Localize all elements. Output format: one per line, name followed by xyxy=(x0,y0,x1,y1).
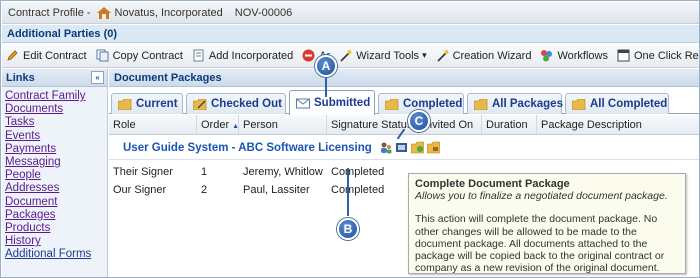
creation-wizard-label: Creation Wizard xyxy=(452,49,532,62)
complete-package-icon[interactable] xyxy=(410,141,425,154)
tab-all-completed[interactable]: All Completed xyxy=(565,93,669,114)
sidebar-item-people[interactable]: People xyxy=(5,169,107,182)
add-incorporated-label: Add Incorporated xyxy=(208,49,294,62)
tab-all-packages[interactable]: All Packages xyxy=(467,93,563,114)
tab-current-label: Current xyxy=(136,98,178,110)
tab-submitted-label: Submitted xyxy=(314,97,371,109)
column-duration[interactable]: Duration xyxy=(482,115,537,134)
one-click-report-button[interactable]: One Click Report xyxy=(617,49,699,62)
column-package-description[interactable]: Package Description xyxy=(537,115,699,134)
column-role[interactable]: Role xyxy=(109,115,197,134)
cell-role: Our Signer xyxy=(113,184,167,196)
callout-c: C xyxy=(408,110,430,132)
callout-b: B xyxy=(337,218,359,240)
sidebar-item-contract-family[interactable]: Contract Family xyxy=(5,90,107,103)
document-screen-icon[interactable] xyxy=(395,141,408,154)
add-incorporated-button[interactable]: Add Incorporated xyxy=(192,49,293,62)
house-icon xyxy=(96,6,111,19)
title-bar: Contract Profile - Novatus, Incorporated… xyxy=(2,2,699,24)
cell-person: Paul, Lassiter xyxy=(243,184,310,196)
add-document-icon xyxy=(192,49,205,62)
cell-signature-status: Completed xyxy=(331,166,385,178)
sidebar-item-messaging[interactable]: Messaging xyxy=(5,156,107,169)
folder-icon xyxy=(571,98,586,110)
pencil-icon xyxy=(6,49,19,62)
column-order[interactable]: Order ▲ xyxy=(197,115,239,134)
one-click-report-label: One Click Report xyxy=(633,49,699,62)
sidebar-item-document-packages[interactable]: Document Packages xyxy=(5,196,107,222)
additional-parties-header[interactable]: Additional Parties (0) xyxy=(2,25,699,43)
tab-current[interactable]: Current xyxy=(111,93,183,114)
tab-all-packages-label: All Packages xyxy=(492,98,563,110)
column-order-label: Order xyxy=(201,119,230,131)
wizard-tools-label: Wizard Tools xyxy=(356,49,420,62)
edit-contract-button[interactable]: Edit Contract xyxy=(6,49,87,62)
tooltip-title: Complete Document Package xyxy=(415,178,570,190)
wand-icon xyxy=(436,49,449,62)
tab-submitted[interactable]: Submitted xyxy=(289,90,375,115)
cell-signature-status: Completed xyxy=(331,184,385,196)
wizard-tools-dropdown[interactable]: Wizard Tools ▾ xyxy=(339,49,427,62)
sidebar-item-payments[interactable]: Payments xyxy=(5,143,107,156)
sidebar-item-tasks[interactable]: Tasks xyxy=(5,116,107,129)
sidebar-item-documents[interactable]: Documents xyxy=(5,103,107,116)
folder-icon xyxy=(473,98,488,110)
cell-person: Jeremy, Whitlow xyxy=(243,166,323,178)
tab-checked-out-label: Checked Out xyxy=(211,98,282,110)
cell-order: 1 xyxy=(201,166,208,178)
wand-icon xyxy=(339,49,352,62)
workflow-icon xyxy=(540,49,553,62)
workflows-label: Workflows xyxy=(557,49,608,62)
tab-checked-out[interactable]: Checked Out xyxy=(186,93,286,114)
tooltip-subtitle: Allows you to finalize a negotiated docu… xyxy=(415,190,668,203)
archive-icon xyxy=(302,49,315,62)
copy-icon xyxy=(96,49,109,62)
company-name[interactable]: Novatus, Incorporated xyxy=(115,7,223,19)
links-sidebar: Links « Contract Family Documents Tasks … xyxy=(2,69,108,277)
sidebar-item-addresses[interactable]: Addresses xyxy=(5,182,107,195)
pencil-folder-icon xyxy=(192,98,207,110)
column-person[interactable]: Person xyxy=(239,115,327,134)
folder-icon xyxy=(117,98,132,110)
complete-package-tooltip: Complete Document Package Allows you to … xyxy=(408,173,686,274)
sort-ascending-icon: ▲ xyxy=(232,123,239,130)
package-folder-icon[interactable] xyxy=(426,141,441,154)
people-icon[interactable] xyxy=(379,141,392,154)
window-title: Contract Profile - xyxy=(8,6,91,19)
sidebar-item-products[interactable]: Products xyxy=(5,222,107,235)
tooltip-body: This action will complete the document p… xyxy=(415,213,665,275)
sidebar-item-events[interactable]: Events xyxy=(5,130,107,143)
package-group-title: User Guide System - ABC Software Licensi… xyxy=(123,141,372,154)
package-tabs: Current Checked Out Submitted Completed … xyxy=(109,90,699,115)
sidebar-item-history[interactable]: History xyxy=(5,235,107,248)
workflows-button[interactable]: Workflows xyxy=(540,49,608,62)
package-group-row: User Guide System - ABC Software Licensi… xyxy=(109,136,699,160)
sidebar-item-additional-forms[interactable]: Additional Forms xyxy=(5,248,107,261)
toolbar: Edit Contract Copy Contract Add Incorpor… xyxy=(2,44,699,68)
tab-all-completed-label: All Completed xyxy=(590,98,668,110)
column-signature-status[interactable]: Signature Status xyxy=(327,115,419,134)
contract-id: NOV-00006 xyxy=(234,6,293,19)
links-list: Contract Family Documents Tasks Events P… xyxy=(2,87,107,262)
copy-contract-button[interactable]: Copy Contract xyxy=(96,49,183,62)
copy-contract-label: Copy Contract xyxy=(112,49,183,62)
chevron-down-icon: ▾ xyxy=(422,50,427,60)
links-title: Links xyxy=(6,72,35,84)
cell-order: 2 xyxy=(201,184,208,196)
cell-role: Their Signer xyxy=(113,166,173,178)
callout-a: A xyxy=(315,55,337,77)
panel-title: Document Packages xyxy=(109,69,699,87)
grid-header: Role Order ▲ Person Signature Status Invi… xyxy=(109,115,699,135)
app-window: Contract Profile - Novatus, Incorporated… xyxy=(0,0,700,278)
edit-contract-label: Edit Contract xyxy=(23,49,87,62)
links-header: Links « xyxy=(2,69,107,87)
folder-icon xyxy=(384,98,399,110)
callout-b-stem xyxy=(347,168,349,216)
tab-completed-label: Completed xyxy=(403,98,463,110)
collapse-icon[interactable]: « xyxy=(91,71,104,84)
envelope-icon xyxy=(296,98,310,109)
creation-wizard-button[interactable]: Creation Wizard xyxy=(436,49,532,62)
report-icon xyxy=(617,49,630,62)
